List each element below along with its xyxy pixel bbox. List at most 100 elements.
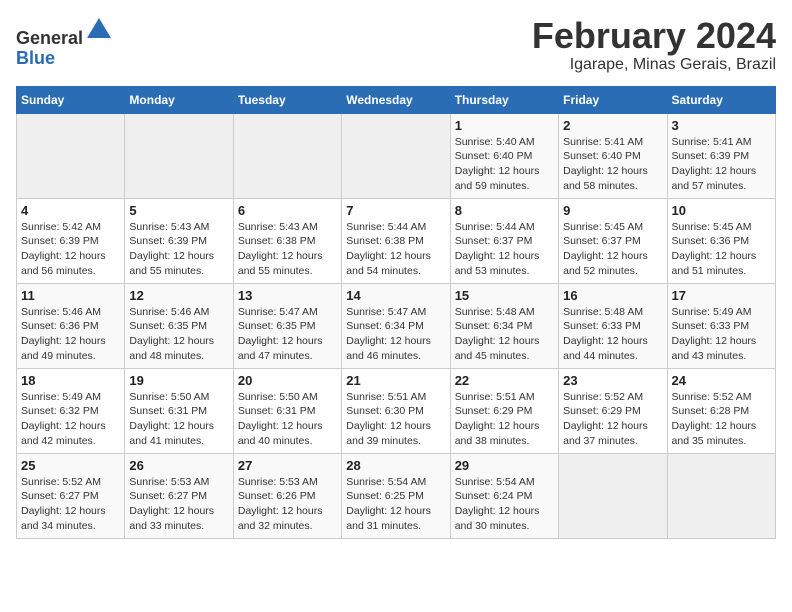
calendar-cell: 24 Sunrise: 5:52 AM Sunset: 6:28 PM Dayli… [667,368,775,453]
day-number: 24 [672,373,771,388]
day-number: 25 [21,458,120,473]
day-number: 11 [21,288,120,303]
day-number: 2 [563,118,662,133]
calendar-cell: 15Sunrise: 5:48 AM Sunset: 6:34 PM Dayli… [450,283,558,368]
day-info: Sunrise: 5:52 AM Sunset: 6:29 PM Dayligh… [563,390,662,449]
calendar-cell: 20 Sunrise: 5:50 AM Sunset: 6:31 PM Dayli… [233,368,341,453]
calendar-cell [667,453,775,538]
day-number: 26 [129,458,228,473]
day-info: Sunrise: 5:53 AM Sunset: 6:26 PM Dayligh… [238,475,337,534]
calendar-cell [342,113,450,198]
day-info: Sunrise: 5:51 AM Sunset: 6:29 PM Dayligh… [455,390,554,449]
day-info: Sunrise: 5:43 AM Sunset: 6:38 PM Dayligh… [238,220,337,279]
day-number: 5 [129,203,228,218]
calendar-table: SundayMondayTuesdayWednesdayThursdayFrid… [16,86,776,539]
calendar-cell: 2 Sunrise: 5:41 AM Sunset: 6:40 PM Daylig… [559,113,667,198]
calendar-cell: 4 Sunrise: 5:42 AM Sunset: 6:39 PM Daylig… [17,198,125,283]
calendar-cell: 12 Sunrise: 5:46 AM Sunset: 6:35 PM Dayli… [125,283,233,368]
day-info: Sunrise: 5:52 AM Sunset: 6:27 PM Dayligh… [21,475,120,534]
day-info: Sunrise: 5:53 AM Sunset: 6:27 PM Dayligh… [129,475,228,534]
logo-blue-text: Blue [16,48,55,68]
calendar-cell: 28 Sunrise: 5:54 AM Sunset: 6:25 PM Dayli… [342,453,450,538]
day-number: 12 [129,288,228,303]
calendar-cell: 23 Sunrise: 5:52 AM Sunset: 6:29 PM Dayli… [559,368,667,453]
calendar-cell: 27 Sunrise: 5:53 AM Sunset: 6:26 PM Dayli… [233,453,341,538]
day-info: Sunrise: 5:51 AM Sunset: 6:30 PM Dayligh… [346,390,445,449]
calendar-cell [125,113,233,198]
weekday-header-friday: Friday [559,86,667,113]
day-number: 3 [672,118,771,133]
logo-general-text: General [16,28,83,48]
day-info: Sunrise: 5:54 AM Sunset: 6:24 PM Dayligh… [455,475,554,534]
calendar-cell: 14 Sunrise: 5:47 AM Sunset: 6:34 PM Dayli… [342,283,450,368]
calendar-cell: 10 Sunrise: 5:45 AM Sunset: 6:36 PM Dayli… [667,198,775,283]
day-info: Sunrise: 5:41 AM Sunset: 6:40 PM Dayligh… [563,135,662,194]
calendar-cell: 17 Sunrise: 5:49 AM Sunset: 6:33 PM Dayli… [667,283,775,368]
day-number: 23 [563,373,662,388]
day-info: Sunrise: 5:42 AM Sunset: 6:39 PM Dayligh… [21,220,120,279]
day-number: 17 [672,288,771,303]
day-info: Sunrise: 5:50 AM Sunset: 6:31 PM Dayligh… [238,390,337,449]
calendar-cell [233,113,341,198]
calendar-cell: 13Sunrise: 5:47 AM Sunset: 6:35 PM Dayli… [233,283,341,368]
calendar-cell: 5 Sunrise: 5:43 AM Sunset: 6:39 PM Daylig… [125,198,233,283]
day-info: Sunrise: 5:50 AM Sunset: 6:31 PM Dayligh… [129,390,228,449]
day-info: Sunrise: 5:47 AM Sunset: 6:34 PM Dayligh… [346,305,445,364]
day-number: 10 [672,203,771,218]
calendar-cell: 26 Sunrise: 5:53 AM Sunset: 6:27 PM Dayli… [125,453,233,538]
calendar-cell: 1 Sunrise: 5:40 AM Sunset: 6:40 PM Daylig… [450,113,558,198]
calendar-cell [559,453,667,538]
day-info: Sunrise: 5:47 AM Sunset: 6:35 PM Dayligh… [238,305,337,364]
calendar-cell: 22 Sunrise: 5:51 AM Sunset: 6:29 PM Dayli… [450,368,558,453]
day-info: Sunrise: 5:49 AM Sunset: 6:33 PM Dayligh… [672,305,771,364]
calendar-cell: 6 Sunrise: 5:43 AM Sunset: 6:38 PM Daylig… [233,198,341,283]
calendar-cell: 3 Sunrise: 5:41 AM Sunset: 6:39 PM Daylig… [667,113,775,198]
day-info: Sunrise: 5:48 AM Sunset: 6:33 PM Dayligh… [563,305,662,364]
logo-icon [85,16,113,44]
calendar-cell: 9Sunrise: 5:45 AM Sunset: 6:37 PM Daylig… [559,198,667,283]
day-info: Sunrise: 5:46 AM Sunset: 6:35 PM Dayligh… [129,305,228,364]
page-header: General Blue February 2024 Igarape, Mina… [16,16,776,74]
day-number: 29 [455,458,554,473]
calendar-cell: 21 Sunrise: 5:51 AM Sunset: 6:30 PM Dayli… [342,368,450,453]
weekday-header-wednesday: Wednesday [342,86,450,113]
day-info: Sunrise: 5:41 AM Sunset: 6:39 PM Dayligh… [672,135,771,194]
calendar-cell: 11 Sunrise: 5:46 AM Sunset: 6:36 PM Dayli… [17,283,125,368]
day-number: 27 [238,458,337,473]
day-info: Sunrise: 5:49 AM Sunset: 6:32 PM Dayligh… [21,390,120,449]
day-number: 18 [21,373,120,388]
day-number: 14 [346,288,445,303]
calendar-cell: 8Sunrise: 5:44 AM Sunset: 6:37 PM Daylig… [450,198,558,283]
weekday-header-sunday: Sunday [17,86,125,113]
day-number: 6 [238,203,337,218]
day-number: 28 [346,458,445,473]
calendar-cell: 25 Sunrise: 5:52 AM Sunset: 6:27 PM Dayli… [17,453,125,538]
title-section: February 2024 Igarape, Minas Gerais, Bra… [532,16,776,74]
calendar-cell: 18 Sunrise: 5:49 AM Sunset: 6:32 PM Dayli… [17,368,125,453]
day-number: 9 [563,203,662,218]
day-info: Sunrise: 5:43 AM Sunset: 6:39 PM Dayligh… [129,220,228,279]
day-number: 1 [455,118,554,133]
calendar-cell: 29 Sunrise: 5:54 AM Sunset: 6:24 PM Dayli… [450,453,558,538]
day-info: Sunrise: 5:45 AM Sunset: 6:36 PM Dayligh… [672,220,771,279]
calendar-cell: 16 Sunrise: 5:48 AM Sunset: 6:33 PM Dayli… [559,283,667,368]
day-info: Sunrise: 5:54 AM Sunset: 6:25 PM Dayligh… [346,475,445,534]
day-number: 20 [238,373,337,388]
day-number: 7 [346,203,445,218]
calendar-subtitle: Igarape, Minas Gerais, Brazil [532,56,776,74]
day-number: 4 [21,203,120,218]
calendar-cell: 19 Sunrise: 5:50 AM Sunset: 6:31 PM Dayli… [125,368,233,453]
weekday-header-saturday: Saturday [667,86,775,113]
day-info: Sunrise: 5:52 AM Sunset: 6:28 PM Dayligh… [672,390,771,449]
day-number: 16 [563,288,662,303]
logo: General Blue [16,16,113,69]
weekday-header-thursday: Thursday [450,86,558,113]
day-number: 22 [455,373,554,388]
weekday-header-monday: Monday [125,86,233,113]
day-info: Sunrise: 5:44 AM Sunset: 6:38 PM Dayligh… [346,220,445,279]
day-number: 15 [455,288,554,303]
day-info: Sunrise: 5:40 AM Sunset: 6:40 PM Dayligh… [455,135,554,194]
day-number: 21 [346,373,445,388]
day-number: 19 [129,373,228,388]
day-info: Sunrise: 5:46 AM Sunset: 6:36 PM Dayligh… [21,305,120,364]
